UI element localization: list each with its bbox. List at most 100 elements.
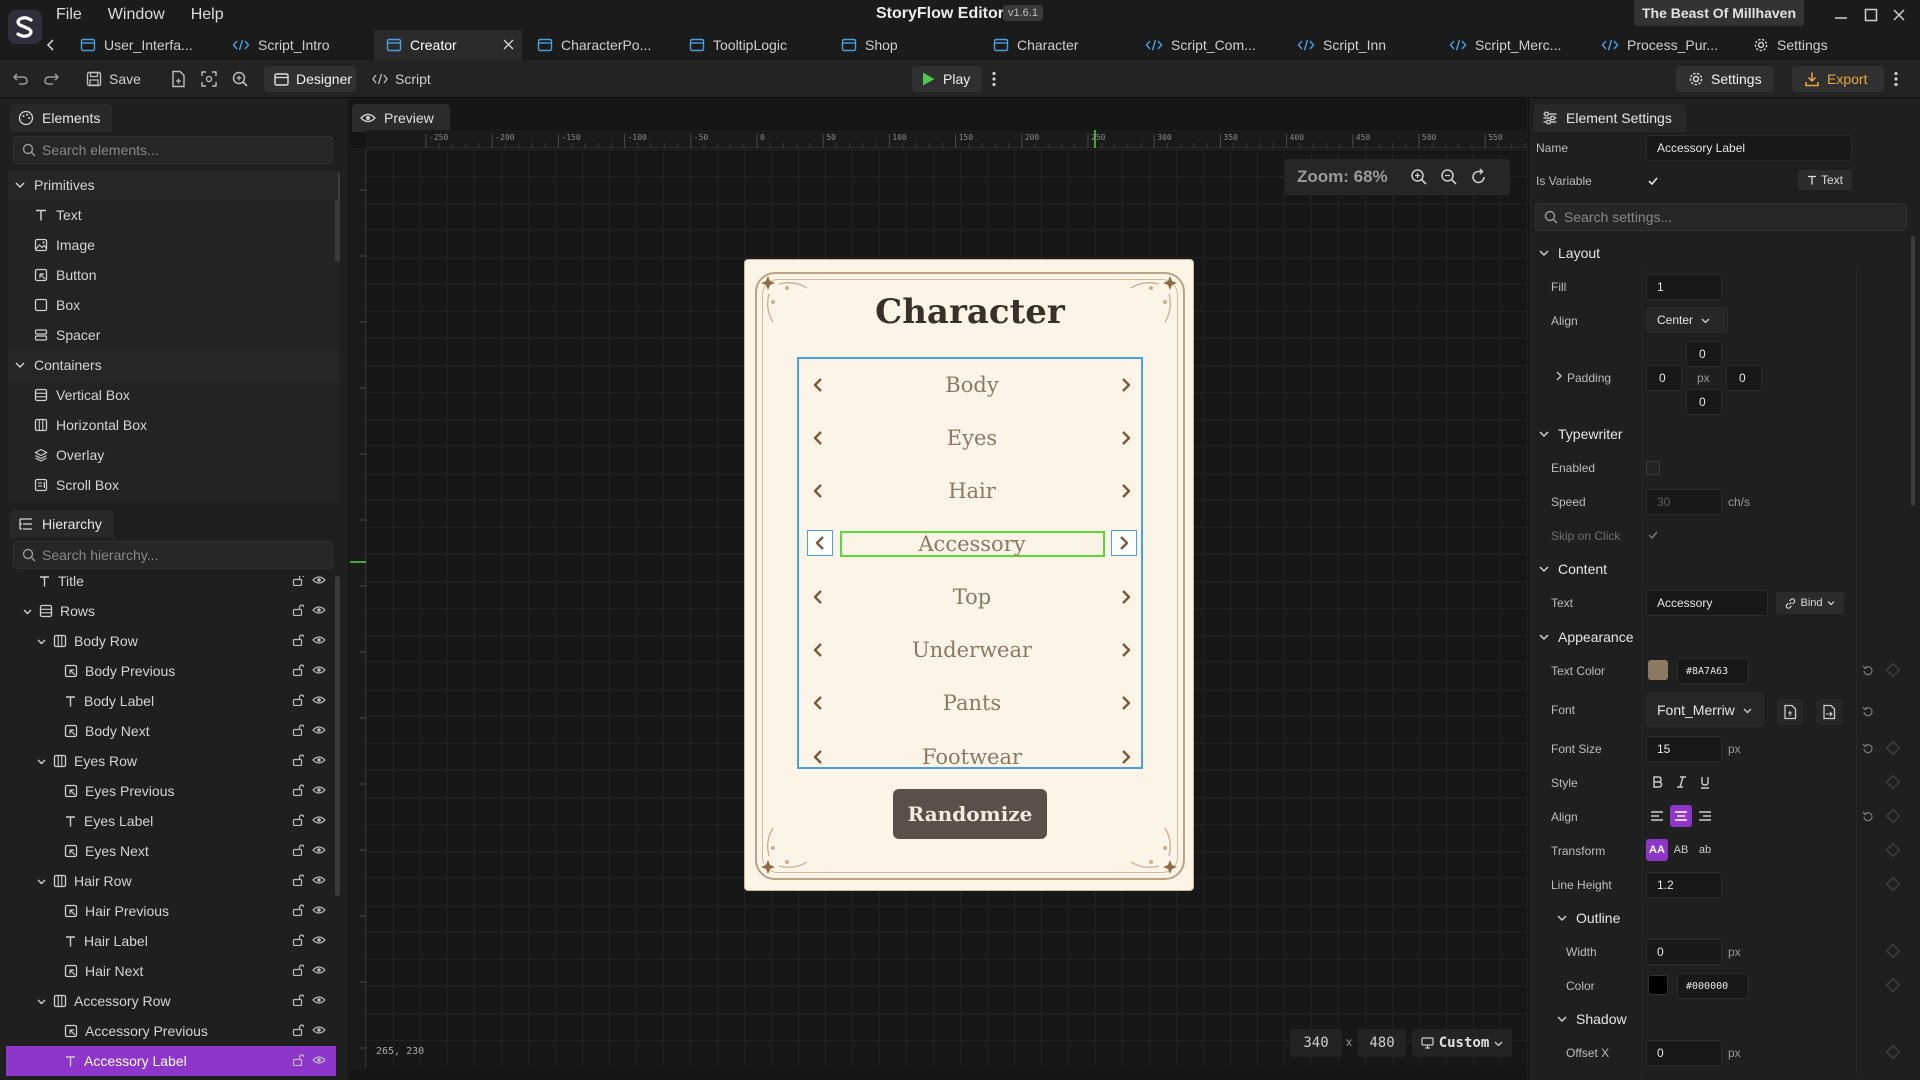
eye-icon[interactable] — [312, 784, 326, 796]
unlock-icon[interactable] — [292, 904, 304, 916]
shadow-section-header[interactable]: Shadow — [1556, 1011, 1627, 1027]
hierarchy-scrollbar[interactable] — [335, 576, 340, 896]
typewriter-section-header[interactable]: Typewriter — [1538, 426, 1623, 442]
underline-icon[interactable] — [1694, 771, 1716, 793]
tab-character[interactable]: Character — [993, 30, 1078, 60]
element-settings-header[interactable]: Element Settings — [1534, 104, 1686, 132]
chevron-down-icon[interactable] — [36, 996, 47, 1007]
transform-capitalize-button[interactable]: AB — [1670, 839, 1692, 861]
padding-left-field[interactable]: 0 — [1646, 365, 1682, 391]
unlock-icon[interactable] — [292, 754, 304, 766]
hierarchy-search-input[interactable] — [42, 547, 302, 563]
primitives-group[interactable]: Primitives — [8, 170, 338, 200]
previous-arrow-icon[interactable] — [803, 358, 833, 411]
canvas-height-field[interactable]: 480 — [1358, 1029, 1406, 1057]
canvas-width-field[interactable]: 340 — [1290, 1029, 1342, 1057]
eye-icon[interactable] — [312, 934, 326, 946]
eye-icon[interactable] — [312, 634, 326, 646]
reset-zoom-icon[interactable] — [1470, 168, 1488, 186]
hierarchy-item[interactable]: Eyes Next — [6, 836, 336, 866]
transform-uppercase-button[interactable]: AA — [1646, 839, 1668, 861]
eye-icon[interactable] — [312, 576, 326, 586]
chevron-down-icon[interactable] — [22, 606, 33, 617]
tab-shop[interactable]: Shop — [841, 30, 898, 60]
hierarchy-item[interactable]: Accessory Previous — [6, 1016, 336, 1046]
element-overlay[interactable]: Overlay — [8, 440, 338, 470]
layout-section-header[interactable]: Layout — [1538, 245, 1600, 261]
chevron-down-icon[interactable] — [36, 636, 47, 647]
outline-section-header[interactable]: Outline — [1556, 910, 1620, 926]
previous-arrow-icon[interactable] — [803, 623, 833, 676]
option-label[interactable]: Body — [945, 373, 998, 397]
unlock-icon[interactable] — [292, 964, 304, 976]
tab-process-purchase[interactable]: Process_Pur... — [1601, 30, 1718, 60]
unlock-icon[interactable] — [292, 784, 304, 796]
hierarchy-item[interactable]: Hair Next — [6, 956, 336, 986]
option-label[interactable]: Hair — [948, 479, 996, 503]
hierarchy-item[interactable]: Hair Previous — [6, 896, 336, 926]
unlock-icon[interactable] — [292, 724, 304, 736]
element-text[interactable]: Text — [8, 200, 338, 230]
next-arrow-icon[interactable] — [1111, 570, 1141, 623]
menu-help[interactable]: Help — [191, 6, 224, 24]
eye-icon[interactable] — [312, 994, 326, 1006]
zoom-in-icon[interactable] — [1410, 168, 1428, 186]
font-file-icon[interactable] — [1777, 699, 1803, 725]
option-label[interactable]: Underwear — [912, 638, 1032, 662]
bind-dropdown[interactable]: Bind — [1776, 592, 1844, 614]
next-arrow-icon[interactable] — [1111, 464, 1141, 517]
typewriter-enabled-checkbox[interactable] — [1646, 461, 1660, 475]
zoom-out-icon[interactable] — [1440, 168, 1458, 186]
designer-mode-button[interactable]: Designer — [264, 66, 356, 92]
eye-icon[interactable] — [312, 724, 326, 736]
chevron-down-icon[interactable] — [36, 756, 47, 767]
zoom-search-icon[interactable] — [231, 66, 249, 92]
eye-icon[interactable] — [312, 814, 326, 826]
fit-screen-icon[interactable] — [200, 66, 218, 92]
project-name[interactable]: The Beast Of Millhaven — [1634, 0, 1804, 26]
element-scroll-box[interactable]: Scroll Box — [8, 470, 338, 500]
eye-icon[interactable] — [312, 1054, 326, 1066]
element-spacer[interactable]: Spacer — [8, 320, 338, 350]
reset-icon[interactable] — [1862, 742, 1874, 754]
hierarchy-item[interactable]: Body Label — [6, 686, 336, 716]
hierarchy-item[interactable]: Title — [6, 576, 336, 596]
next-arrow-icon[interactable] — [1111, 358, 1141, 411]
eye-icon[interactable] — [312, 754, 326, 766]
menu-file[interactable]: File — [56, 6, 82, 24]
redo-icon[interactable] — [42, 66, 60, 92]
layout-align-dropdown[interactable]: Center — [1646, 307, 1728, 333]
element-box[interactable]: Box — [8, 290, 338, 320]
fill-field[interactable]: 1 — [1646, 274, 1722, 300]
settings-button[interactable]: Settings — [1676, 66, 1774, 92]
unlock-icon[interactable] — [292, 576, 304, 586]
skip-on-click-checkbox[interactable] — [1646, 528, 1660, 542]
hierarchy-item[interactable]: Eyes Label — [6, 806, 336, 836]
tab-script-merchant[interactable]: Script_Merc... — [1449, 30, 1561, 60]
close-tab-icon[interactable] — [503, 39, 514, 50]
previous-arrow-icon[interactable] — [803, 730, 833, 783]
eye-icon[interactable] — [312, 964, 326, 976]
more-options-icon[interactable] — [1892, 66, 1900, 92]
element-horizontal-box[interactable]: Horizontal Box — [8, 410, 338, 440]
outline-color-swatch[interactable] — [1648, 975, 1668, 995]
previous-arrow-icon[interactable] — [807, 530, 833, 556]
eye-icon[interactable] — [312, 604, 326, 616]
font-dropdown[interactable]: Font_Merriw — [1646, 693, 1764, 727]
eye-icon[interactable] — [312, 904, 326, 916]
undo-icon[interactable] — [12, 66, 30, 92]
close-window-icon[interactable] — [1887, 4, 1911, 26]
speed-field[interactable]: 30 — [1646, 489, 1722, 515]
next-arrow-icon[interactable] — [1111, 623, 1141, 676]
option-label[interactable]: Accessory — [839, 530, 1105, 557]
new-document-icon[interactable] — [170, 66, 186, 92]
rows-container[interactable]: Body Eyes Hair Accessory Top Underwear Pants Fo… — [797, 357, 1143, 769]
transform-lowercase-button[interactable]: ab — [1694, 839, 1716, 861]
unlock-icon[interactable] — [292, 694, 304, 706]
next-arrow-icon[interactable] — [1111, 411, 1141, 464]
padding-right-field[interactable]: 0 — [1726, 365, 1762, 391]
hierarchy-item[interactable]: Eyes Row — [6, 746, 336, 776]
settings-search[interactable] — [1535, 203, 1907, 231]
unlock-icon[interactable] — [292, 664, 304, 676]
unlock-icon[interactable] — [292, 934, 304, 946]
